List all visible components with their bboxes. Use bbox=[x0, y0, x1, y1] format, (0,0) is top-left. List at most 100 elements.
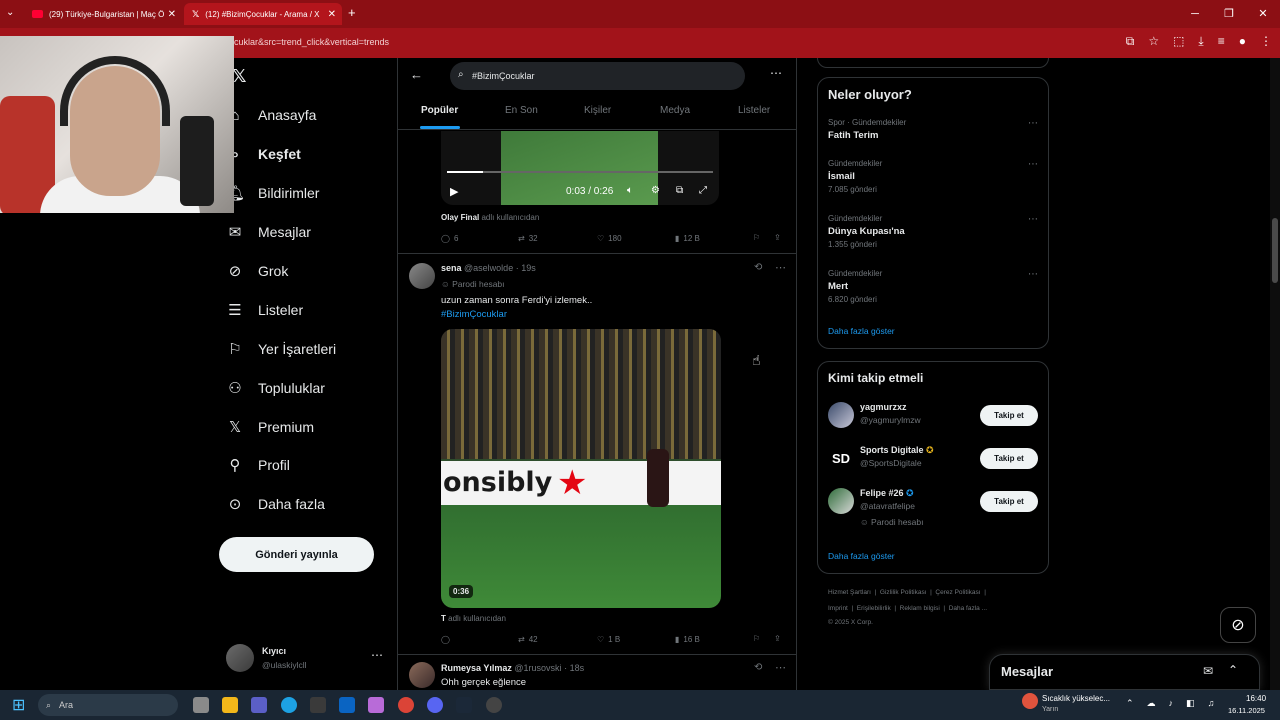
fullscreen-icon[interactable]: ⤢ bbox=[699, 185, 707, 196]
chrome-icon[interactable] bbox=[398, 697, 414, 713]
volume-icon[interactable]: ♫ bbox=[1208, 698, 1215, 709]
windows-start-icon[interactable]: ⊞ bbox=[12, 695, 25, 715]
discord-icon[interactable] bbox=[427, 697, 443, 713]
download-icon[interactable]: ⤓ bbox=[1198, 34, 1203, 49]
repost-button[interactable]: ⇄ 42 bbox=[518, 635, 538, 644]
scrollbar[interactable] bbox=[1270, 58, 1280, 690]
footer-link[interactable]: Reklam bilgisi bbox=[900, 605, 940, 612]
grok-icon[interactable]: ⟲ bbox=[754, 262, 762, 273]
url-text[interactable]: cuklar&src=trend_click&vertical=trends bbox=[234, 37, 389, 47]
close-window-button[interactable]: ✕ bbox=[1246, 0, 1280, 28]
menu-icon[interactable]: ⋮ bbox=[1260, 34, 1272, 49]
settings-icon[interactable] bbox=[486, 697, 502, 713]
grok-icon[interactable]: ⟲ bbox=[754, 662, 762, 673]
tab-media[interactable]: Medya bbox=[660, 105, 690, 116]
minimize-button[interactable]: ─ bbox=[1178, 0, 1212, 28]
back-arrow-icon[interactable]: ← bbox=[410, 67, 423, 82]
taskbar-search[interactable]: ⌕ Ara bbox=[38, 694, 178, 716]
bookmark-icon[interactable]: ⚐ bbox=[753, 233, 760, 242]
expand-icon[interactable]: ⌃ bbox=[1228, 663, 1238, 677]
store-icon[interactable] bbox=[310, 697, 326, 713]
tab-latest[interactable]: En Son bbox=[505, 105, 538, 116]
new-message-icon[interactable]: ✉ bbox=[1203, 664, 1213, 678]
author-handle[interactable]: @aselwolde bbox=[464, 263, 513, 273]
more-icon[interactable]: ⋯ bbox=[371, 648, 383, 662]
trend-item[interactable]: Gündemdekiler İsmail 7.085 gönderi bbox=[828, 159, 882, 194]
author-name[interactable]: sena bbox=[441, 263, 462, 273]
outlook-icon[interactable] bbox=[339, 697, 355, 713]
nav-item-more[interactable]: ⊙ Daha fazla bbox=[226, 487, 325, 521]
avatar[interactable] bbox=[409, 263, 435, 289]
tab-popular[interactable]: Popüler bbox=[421, 105, 458, 116]
cloud-icon[interactable]: ☁ bbox=[1147, 698, 1156, 709]
post-button[interactable]: Gönderi yayınla bbox=[219, 537, 374, 572]
trend-item[interactable]: Gündemdekiler Mert 6.820 gönderi bbox=[828, 269, 882, 304]
mic-icon[interactable]: ♪ bbox=[1169, 698, 1174, 709]
install-app-icon[interactable]: ⧉ bbox=[1126, 34, 1135, 49]
author-handle[interactable]: @1rusovski bbox=[514, 663, 561, 673]
video-source-name[interactable]: T bbox=[441, 614, 446, 623]
share-icon[interactable]: ⇪ bbox=[774, 233, 781, 242]
nav-item-bookmarks[interactable]: ⚐ Yer İşaretleri bbox=[226, 332, 336, 366]
views-button[interactable]: ▮ 16 B bbox=[675, 635, 700, 644]
grok-float-button[interactable]: ⊘ bbox=[1220, 607, 1256, 643]
scrollbar-thumb[interactable] bbox=[1272, 218, 1278, 283]
tweet[interactable]: Rumeysa Yılmaz @1rusovski · 18s ⟲ ⋯ Ohh … bbox=[398, 656, 796, 690]
avatar[interactable] bbox=[409, 662, 435, 688]
chevron-up-icon[interactable]: ⌃ bbox=[1126, 698, 1134, 709]
tweet[interactable]: sena @aselwolde · 19s ⟲ ⋯ ☺ Parodi hesab… bbox=[398, 255, 796, 655]
edge-icon[interactable] bbox=[281, 697, 297, 713]
playlist-icon[interactable]: ≡ bbox=[1218, 34, 1225, 49]
tab-list-chevron-icon[interactable]: ⌄ bbox=[6, 7, 14, 18]
more-icon[interactable]: ⋯ bbox=[775, 661, 786, 674]
messages-dock[interactable]: Mesajlar ✉ ⌃ bbox=[989, 654, 1260, 690]
nav-item-messages[interactable]: ✉ Mesajlar bbox=[226, 215, 311, 249]
nav-item-lists[interactable]: ☰ Listeler bbox=[226, 293, 303, 327]
new-tab-button[interactable]: + bbox=[348, 5, 356, 20]
steam-icon[interactable] bbox=[456, 697, 472, 713]
nav-item-explore[interactable]: ⌕ Keşfet bbox=[226, 137, 301, 171]
tweet-video[interactable]: onsibly ★ 0:36 bbox=[441, 329, 721, 608]
video-player[interactable]: ▶ 0:03 / 0:26 🔈︎ ⚙ ⧉ ⤢ bbox=[441, 131, 719, 205]
footer-link[interactable]: Erişilebilirlik bbox=[857, 605, 891, 612]
author-name[interactable]: Rumeysa Yılmaz bbox=[441, 663, 512, 673]
tab-lists[interactable]: Listeler bbox=[738, 105, 770, 116]
repost-button[interactable]: ⇄ 32 bbox=[518, 234, 538, 243]
show-more-link[interactable]: Daha fazla göster bbox=[828, 551, 895, 561]
video-source-name[interactable]: Olay Final bbox=[441, 213, 479, 222]
reply-button[interactable]: ◯ 6 bbox=[441, 234, 458, 243]
trend-item[interactable]: Gündemdekiler Dünya Kupası'na 1.355 gönd… bbox=[828, 214, 905, 249]
more-icon[interactable]: ⋯ bbox=[1028, 159, 1038, 170]
footer-link[interactable]: Hizmet Şartları bbox=[828, 589, 871, 596]
close-tab-icon[interactable]: ✕ bbox=[328, 9, 336, 20]
copilot-icon[interactable] bbox=[368, 697, 384, 713]
footer-link[interactable]: Çerez Politikası bbox=[935, 589, 980, 596]
tweet-time[interactable]: 18s bbox=[570, 663, 585, 673]
volume-icon[interactable]: 🔈︎ bbox=[627, 185, 633, 196]
like-button[interactable]: ♡ 180 bbox=[597, 234, 622, 243]
extensions-icon[interactable]: ⬚ bbox=[1173, 34, 1184, 49]
browser-tab-x-search[interactable]: 𝕏 (12) #BizimÇocuklar - Arama / X ✕ bbox=[184, 3, 342, 25]
browser-tab-youtube[interactable]: (29) Türkiye-Bulgaristan | Maç Ö ✕ bbox=[24, 3, 182, 25]
footer-link[interactable]: Daha fazla ... bbox=[949, 605, 987, 612]
tab-people[interactable]: Kişiler bbox=[584, 105, 611, 116]
file-explorer-icon[interactable] bbox=[222, 697, 238, 713]
clock-date[interactable]: 16.11.2025 bbox=[1228, 706, 1265, 715]
account-switcher[interactable]: Kıyıcı @ulaskiylcll ⋯ bbox=[226, 642, 386, 674]
hashtag-link[interactable]: #BizimÇocuklar bbox=[441, 309, 507, 320]
trend-item[interactable]: Spor · Gündemdekiler Fatih Terim bbox=[828, 118, 906, 141]
tweet[interactable]: ▶ 0:03 / 0:26 🔈︎ ⚙ ⧉ ⤢ Olay Final adlı k… bbox=[398, 131, 796, 254]
x-logo-icon[interactable]: 𝕏 bbox=[232, 66, 247, 87]
nav-item-communities[interactable]: ⚇ Topluluklar bbox=[226, 371, 325, 405]
follow-button[interactable]: Takip et bbox=[980, 491, 1038, 512]
like-button[interactable]: ♡ 1 B bbox=[597, 635, 620, 644]
wifi-icon[interactable]: ◧ bbox=[1186, 698, 1195, 709]
reply-button[interactable]: ◯ bbox=[441, 635, 454, 644]
more-icon[interactable]: ⋯ bbox=[775, 261, 786, 274]
weather-icon[interactable] bbox=[1022, 693, 1038, 709]
weather-title[interactable]: Sıcaklık yükselec... bbox=[1042, 694, 1110, 703]
profile-icon[interactable]: ● bbox=[1239, 34, 1246, 49]
more-options-icon[interactable]: ⋯ bbox=[770, 66, 782, 80]
nav-item-premium[interactable]: 𝕏 Premium bbox=[226, 410, 314, 444]
views-button[interactable]: ▮ 12 B bbox=[675, 234, 700, 243]
